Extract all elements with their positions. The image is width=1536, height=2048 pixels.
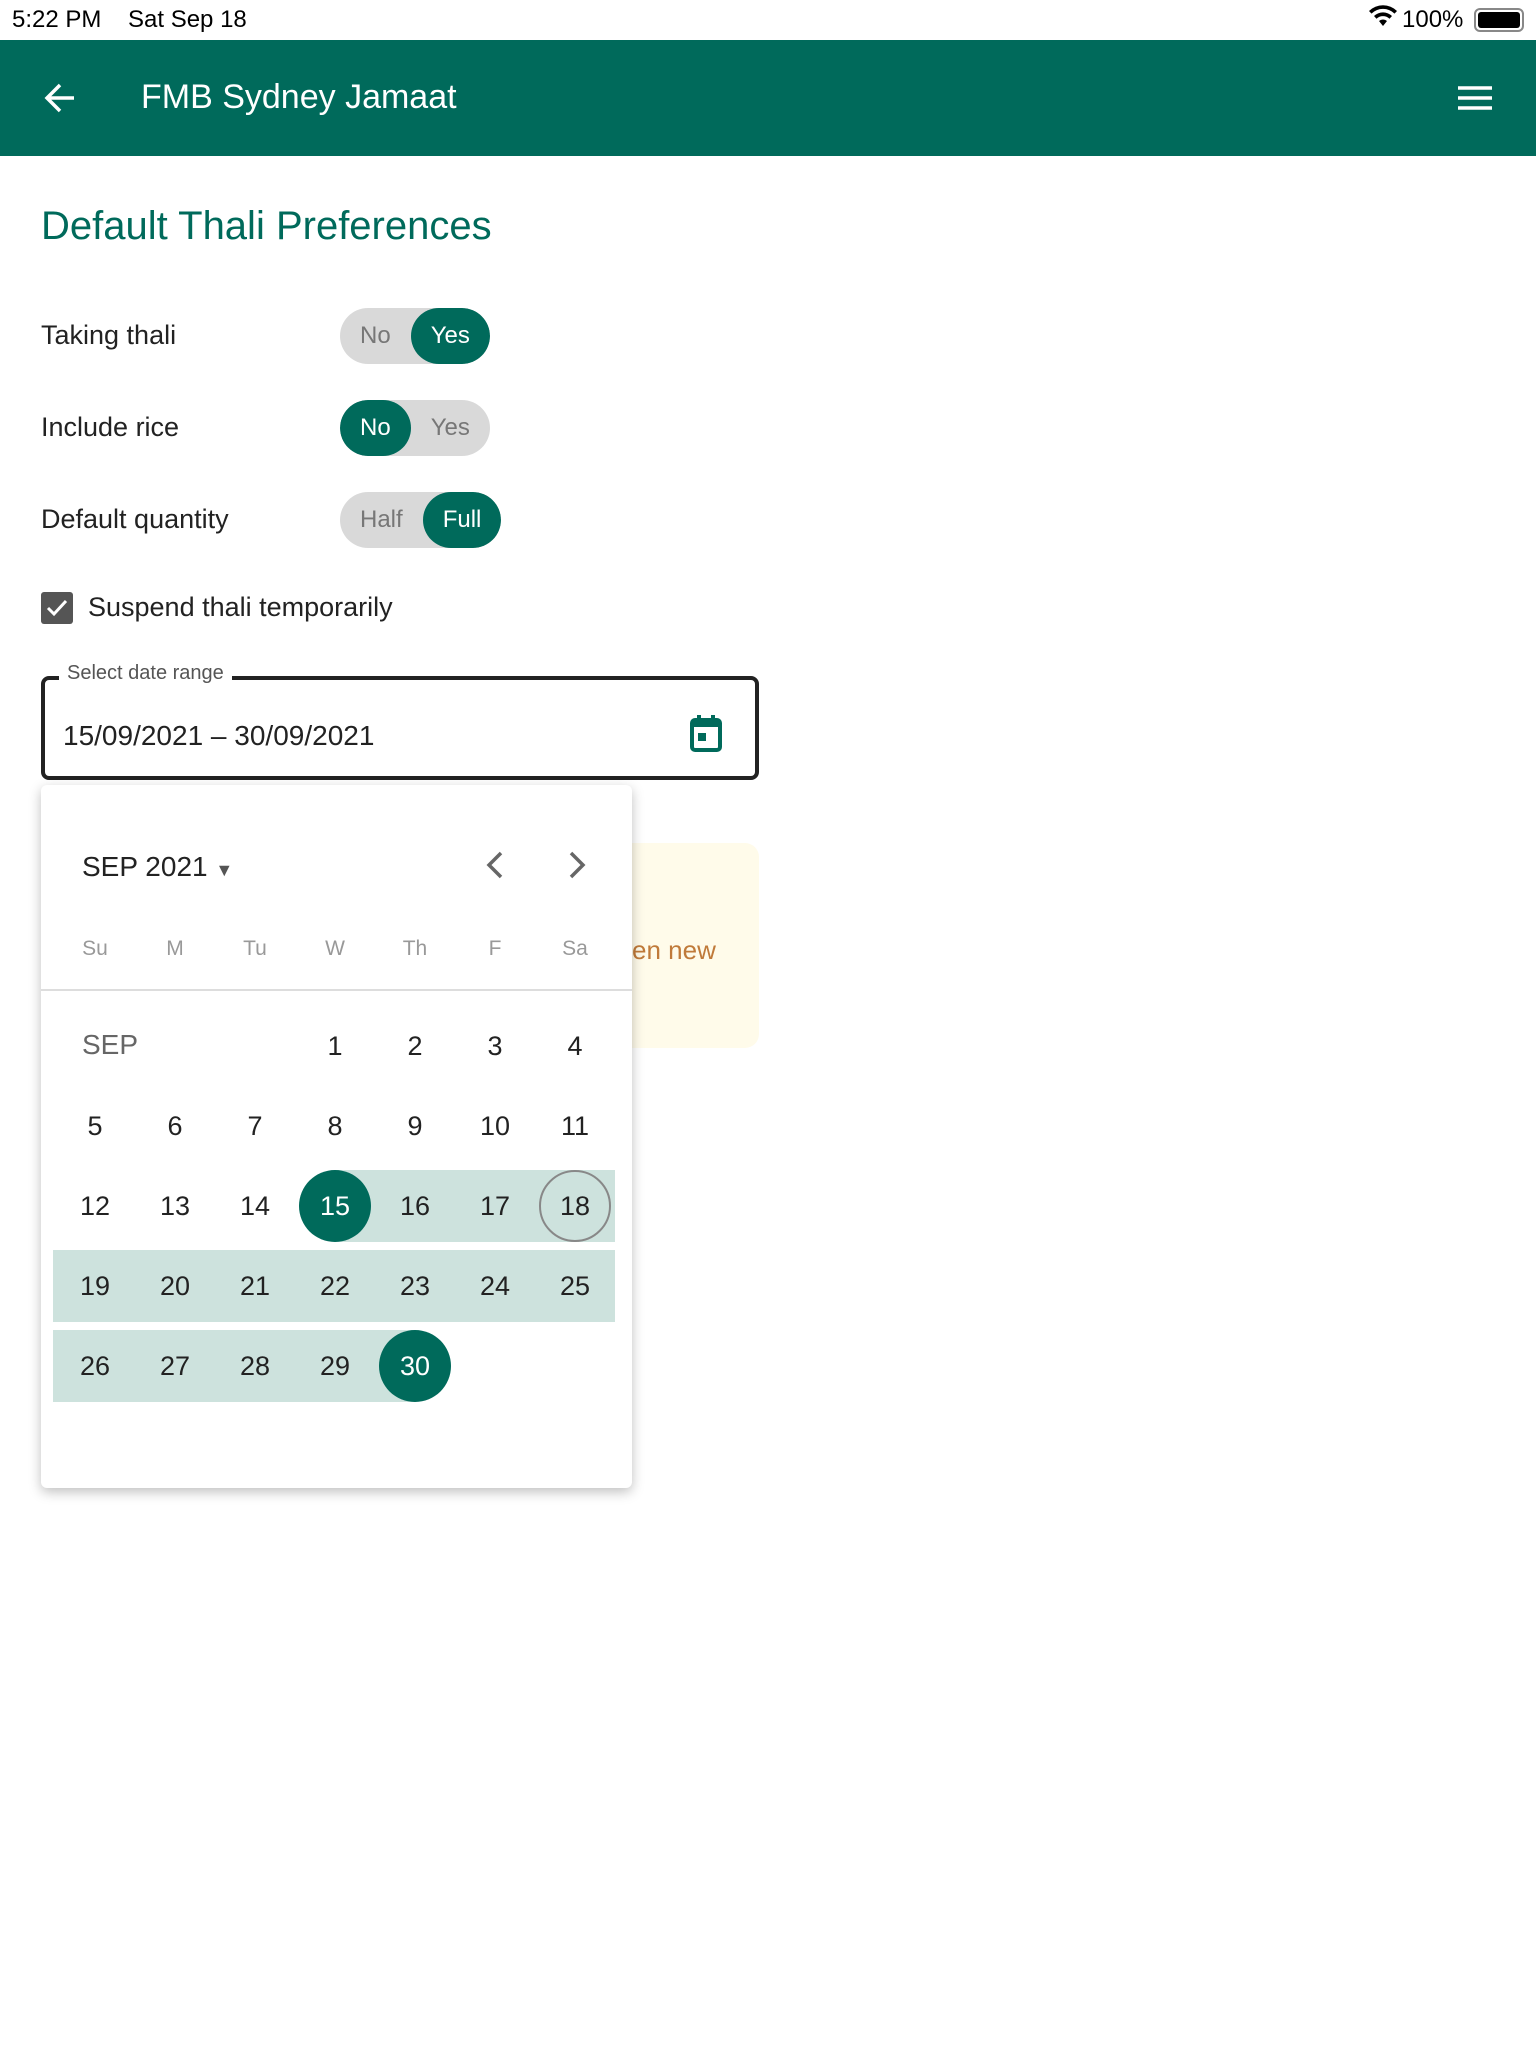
chevron-right-icon[interactable] — [565, 847, 589, 888]
day-cell[interactable]: 5 — [55, 1090, 135, 1162]
day-cell[interactable]: 25 — [535, 1250, 615, 1322]
weekday-label: M — [166, 937, 184, 960]
day-cell[interactable]: 8 — [295, 1090, 375, 1162]
day-cell[interactable]: 13 — [135, 1170, 215, 1242]
toggle-option[interactable]: Half — [340, 492, 423, 548]
day-cell[interactable]: 21 — [215, 1250, 295, 1322]
date-range-label: Select date range — [59, 662, 232, 685]
toggle-option[interactable]: Yes — [411, 400, 490, 456]
page-title: Default Thali Preferences — [41, 204, 492, 248]
day-cell[interactable]: 7 — [215, 1090, 295, 1162]
battery-percent: 100% — [1402, 6, 1464, 33]
toggle-option[interactable]: Full — [422, 492, 502, 548]
day-cell[interactable]: 10 — [455, 1090, 535, 1162]
day-cell[interactable]: 22 — [295, 1250, 375, 1322]
status-time: 5:22 PM — [12, 6, 102, 33]
day-cell[interactable]: 9 — [375, 1090, 455, 1162]
calendar-icon[interactable] — [689, 714, 723, 757]
pref-label: Default quantity — [41, 504, 229, 534]
status-bar: 5:22 PM Sat Sep 18 100% — [0, 0, 1536, 40]
day-cell[interactable]: 24 — [455, 1250, 535, 1322]
hamburger-menu-icon[interactable] — [1456, 80, 1494, 121]
month-year-selector[interactable]: SEP 2021 ▼ — [82, 851, 233, 883]
weekday-label: Th — [402, 937, 428, 960]
pref-label: Include rice — [41, 412, 180, 442]
date-range-value: 15/09/2021 – 30/09/2021 — [63, 720, 375, 751]
divider — [41, 989, 632, 991]
info-note-text: en new — [632, 935, 716, 965]
day-cell[interactable]: 6 — [135, 1090, 215, 1162]
back-arrow-icon[interactable] — [40, 78, 80, 123]
suspend-checkbox[interactable] — [41, 592, 73, 624]
day-cell[interactable]: 28 — [215, 1330, 295, 1402]
day-cell[interactable]: 12 — [55, 1170, 135, 1242]
app-title: FMB Sydney Jamaat — [141, 78, 457, 116]
day-cell[interactable]: 15 — [299, 1170, 371, 1242]
day-cell[interactable]: 17 — [455, 1170, 535, 1242]
dropdown-caret-icon: ▼ — [215, 860, 234, 880]
day-cell[interactable]: 26 — [55, 1330, 135, 1402]
toggle-option[interactable]: No — [340, 400, 411, 456]
weekday-label: Tu — [243, 937, 267, 960]
day-cell[interactable]: 29 — [295, 1330, 375, 1402]
weekday-label: Sa — [562, 937, 588, 960]
pref-label: Taking thali — [41, 320, 177, 350]
day-cell[interactable]: 19 — [55, 1250, 135, 1322]
toggle-option[interactable]: No — [340, 308, 411, 364]
toggle-option[interactable]: Yes — [410, 308, 490, 364]
weekday-label: Su — [82, 937, 108, 960]
date-range-picker: SEP 2021 ▼ Su M Tu W Th F Sa SEP 1 2 3 4 5 6 7 8 9 10 11… — [41, 785, 632, 1488]
day-cell[interactable]: 1 — [295, 1010, 375, 1082]
status-date: Sat Sep 18 — [128, 6, 247, 33]
date-range-field[interactable]: Select date range 15/09/2021 – 30/09/202… — [41, 662, 759, 780]
day-cell[interactable]: 30 — [379, 1330, 451, 1402]
chevron-left-icon[interactable] — [483, 847, 507, 888]
weekday-label: F — [488, 937, 502, 960]
day-cell[interactable]: 14 — [215, 1170, 295, 1242]
day-cell[interactable]: 11 — [535, 1090, 615, 1162]
month-row-label: SEP — [82, 1029, 139, 1060]
month-label: SEP 2021 — [82, 851, 208, 882]
app-header: FMB Sydney Jamaat — [0, 40, 1536, 156]
day-cell[interactable]: 18 — [539, 1170, 611, 1242]
day-cell[interactable]: 23 — [375, 1250, 455, 1322]
day-cell[interactable]: 3 — [455, 1010, 535, 1082]
weekday-label: W — [325, 937, 345, 960]
day-cell[interactable]: 16 — [375, 1170, 455, 1242]
battery-icon — [1474, 8, 1524, 32]
pref-toggle: Half Full — [340, 492, 502, 548]
day-cell[interactable]: 2 — [375, 1010, 455, 1082]
day-cell[interactable]: 4 — [535, 1010, 615, 1082]
pref-toggle: No Yes — [340, 400, 490, 456]
wifi-icon — [1368, 4, 1398, 35]
pref-toggle: No Yes — [340, 308, 490, 364]
day-cell[interactable]: 20 — [135, 1250, 215, 1322]
suspend-label[interactable]: Suspend thali temporarily — [88, 592, 393, 623]
day-cell[interactable]: 27 — [135, 1330, 215, 1402]
checkmark-icon — [46, 599, 68, 617]
